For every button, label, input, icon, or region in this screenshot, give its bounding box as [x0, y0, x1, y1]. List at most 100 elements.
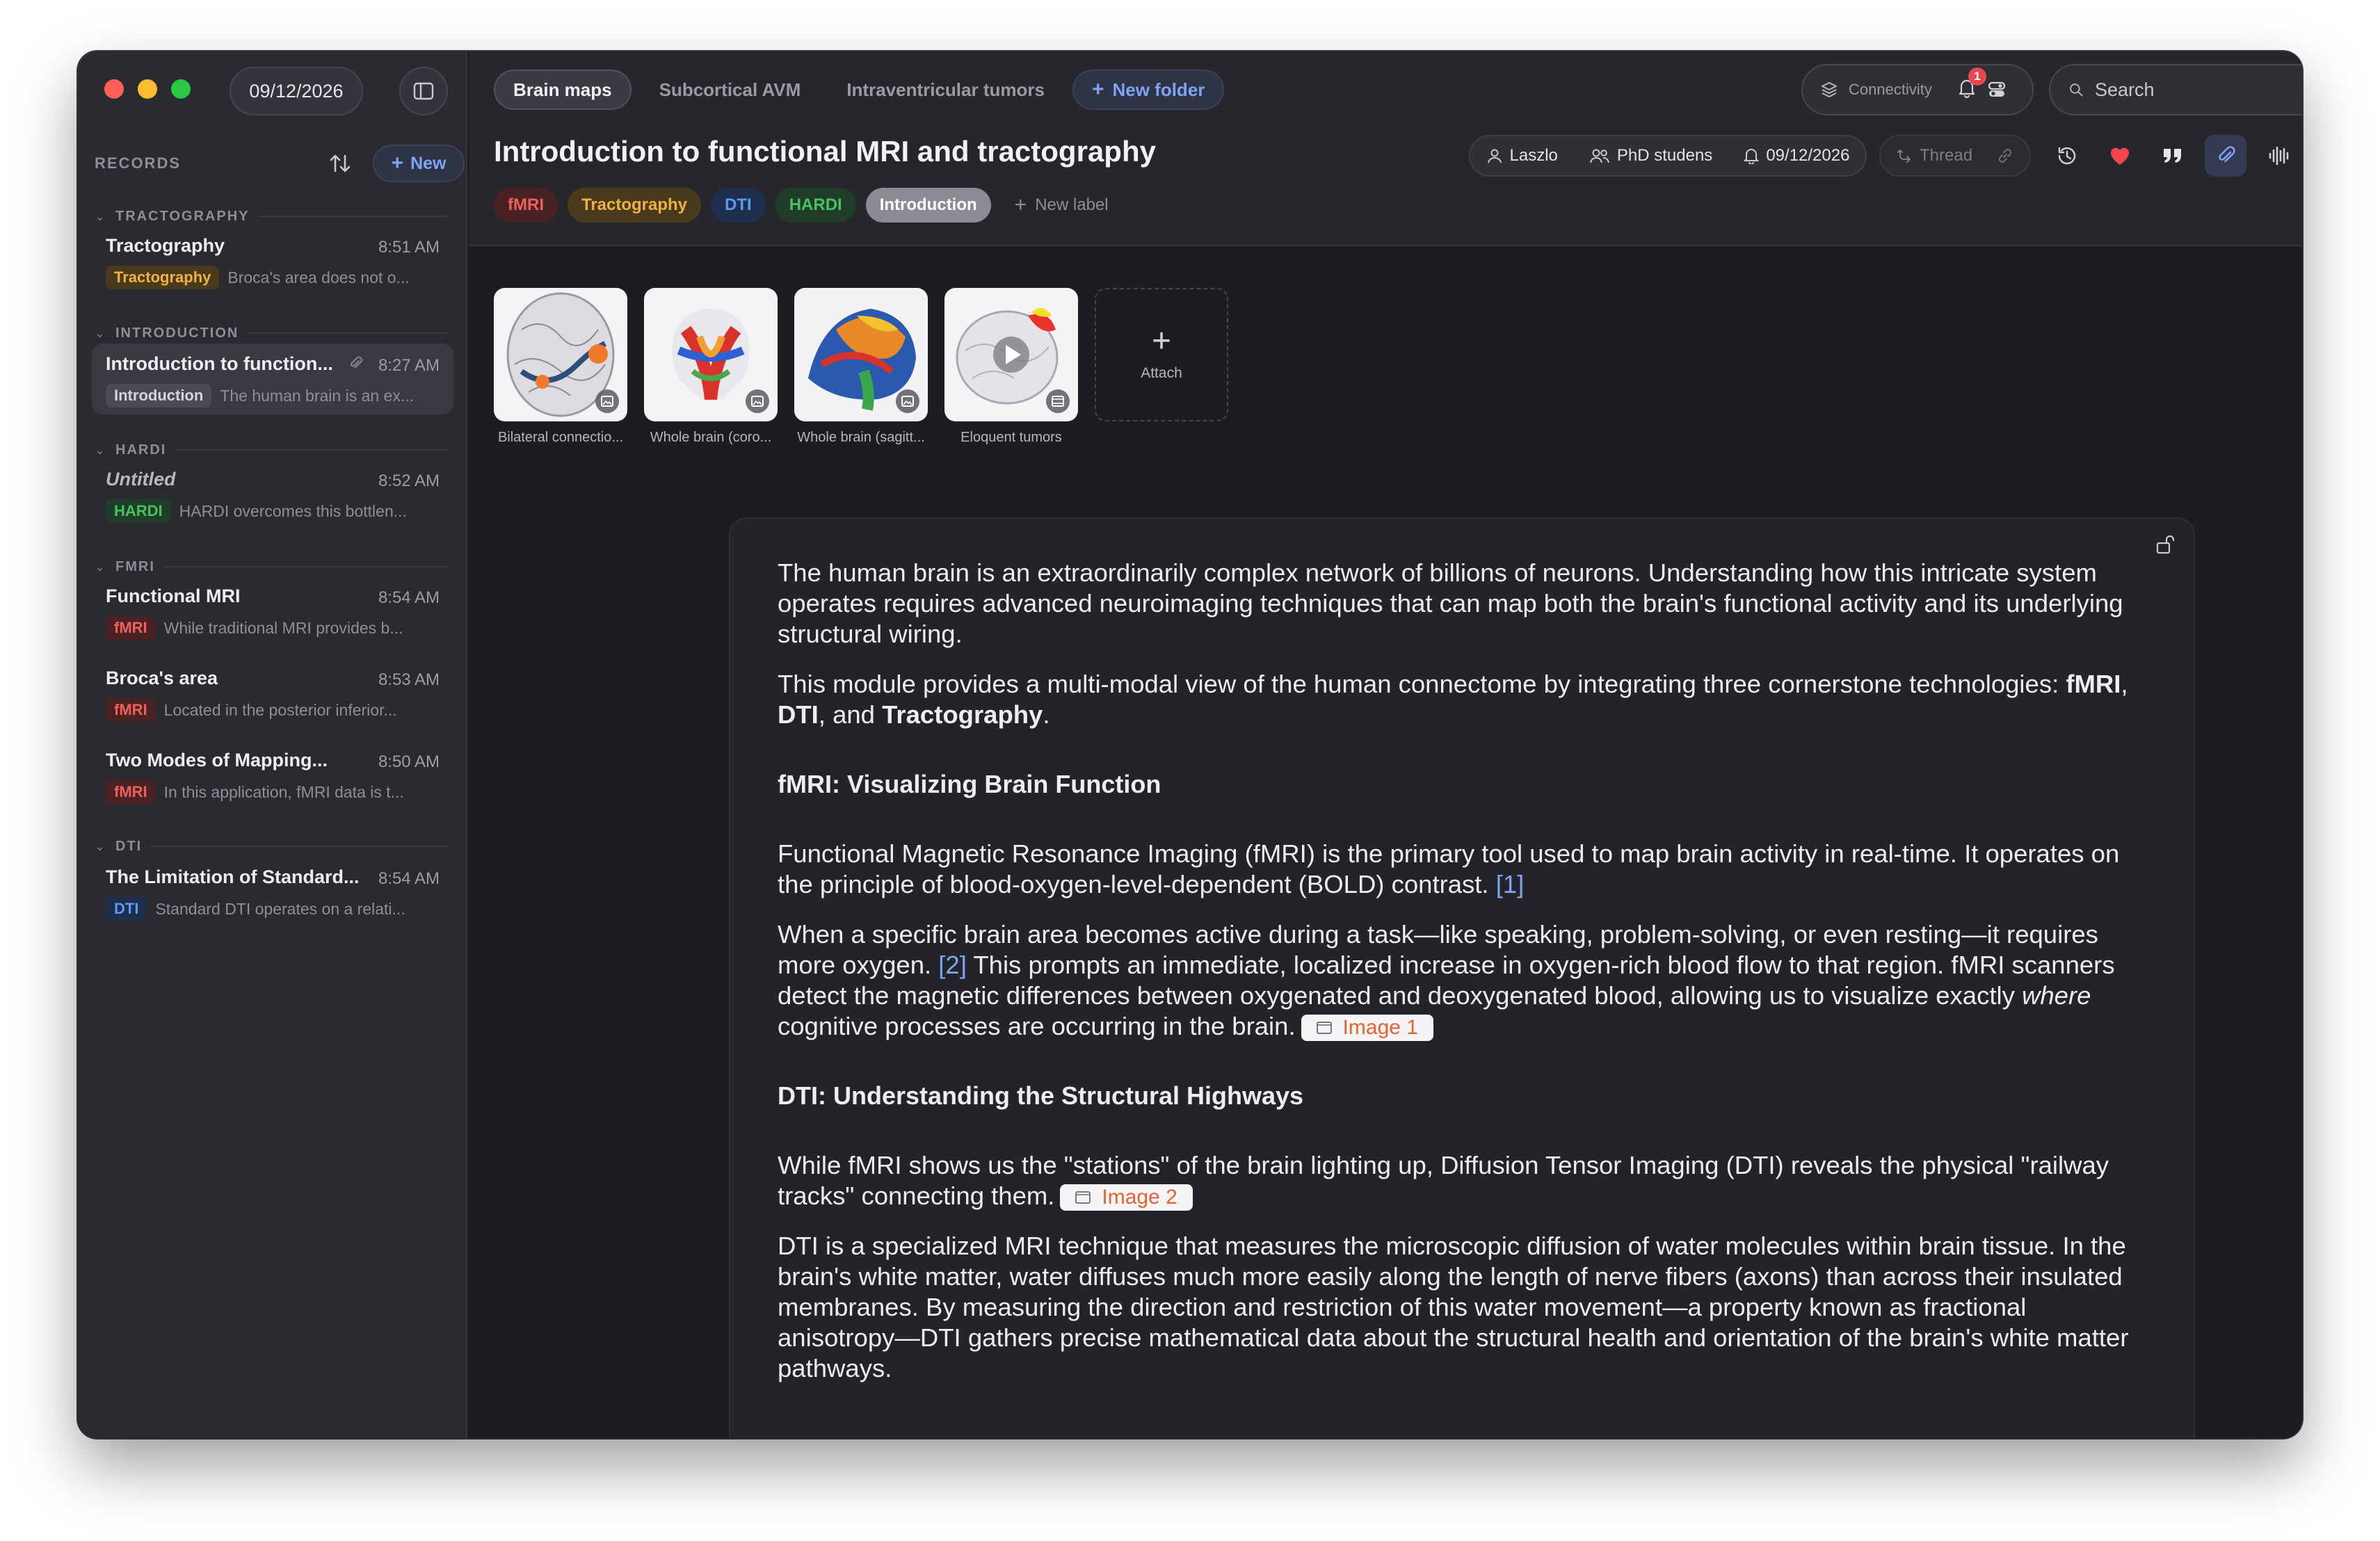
- author-chip[interactable]: Laszlo: [1486, 146, 1558, 166]
- unlock-icon: [2156, 535, 2175, 554]
- notification-badge: 1: [1968, 67, 1986, 86]
- window-controls: [104, 79, 191, 99]
- favorite-button[interactable]: [2099, 135, 2141, 177]
- record-tag: DTI: [106, 897, 147, 921]
- new-folder-button[interactable]: + New folder: [1072, 70, 1225, 110]
- record-item[interactable]: Broca's area 8:53 AM fMRI Located in the…: [92, 658, 453, 729]
- document-title[interactable]: Introduction to functional MRI and tract…: [494, 135, 1156, 168]
- section-hardi[interactable]: ⌄ HARDI: [95, 439, 449, 460]
- attachments-button[interactable]: [2205, 135, 2246, 177]
- waveform-icon: [2269, 146, 2289, 166]
- record-item[interactable]: Functional MRI 8:54 AM fMRI While tradit…: [92, 576, 453, 647]
- paperclip-icon: [348, 355, 363, 378]
- label-tractography[interactable]: Tractography: [567, 188, 702, 223]
- section-heading: DTI: Understanding the Structural Highwa…: [778, 1081, 1304, 1110]
- record-title: The Limitation of Standard...: [106, 866, 360, 887]
- bold-term: fMRI: [2066, 670, 2121, 698]
- section-label: TRACTOGRAPHY: [115, 208, 250, 224]
- date-picker[interactable]: 09/12/2026: [230, 67, 363, 115]
- citation-link[interactable]: [1]: [1496, 870, 1525, 898]
- group-chip[interactable]: PhD studens: [1589, 146, 1712, 166]
- section-introduction[interactable]: ⌄ INTRODUCTION: [95, 323, 449, 344]
- app-window: 09/12/2026 RECORDS + New ⌄ TRACTOGRAPHY …: [78, 51, 2302, 1438]
- document-body[interactable]: The human brain is an extraordinarily co…: [778, 558, 2141, 1403]
- record-time: 8:50 AM: [378, 752, 440, 771]
- record-title: Introduction to function...: [106, 353, 333, 374]
- new-folder-label: New folder: [1112, 79, 1205, 100]
- divider: [247, 332, 449, 334]
- sidebar: 09/12/2026 RECORDS + New ⌄ TRACTOGRAPHY …: [78, 51, 467, 1438]
- record-time: 8:54 AM: [378, 869, 440, 888]
- quote-icon: [2164, 149, 2181, 163]
- record-tag: fMRI: [106, 780, 156, 804]
- quote-button[interactable]: [2152, 135, 2194, 177]
- new-record-label: New: [410, 153, 447, 173]
- sidebar-toggle-button[interactable]: [399, 67, 448, 115]
- section-heading: fMRI: Visualizing Brain Function: [778, 770, 1161, 798]
- attach-button[interactable]: + Attach: [1095, 288, 1228, 446]
- history-button[interactable]: [2046, 135, 2088, 177]
- paragraph: When a specific brain area becomes activ…: [778, 920, 2115, 1042]
- record-item[interactable]: Untitled 8:52 AM HARDI HARDI overcomes t…: [92, 459, 453, 530]
- notifications-button[interactable]: 1: [1957, 67, 1986, 102]
- video-icon: [1046, 389, 1070, 413]
- toggle-settings-icon[interactable]: [1986, 79, 2007, 100]
- record-title: Untitled: [106, 469, 176, 490]
- lock-toggle-button[interactable]: [2155, 534, 2176, 558]
- section-tractography[interactable]: ⌄ TRACTOGRAPHY: [95, 206, 449, 227]
- image-icon: [595, 389, 619, 413]
- group-name: PhD studens: [1616, 146, 1713, 165]
- attachment-item[interactable]: Whole brain (sagitt...: [794, 288, 928, 446]
- attachment-caption: Eloquent tumors: [960, 430, 1062, 445]
- zoom-window-button[interactable]: [171, 79, 191, 99]
- tab-intraventricular-tumors[interactable]: Intraventricular tumors: [828, 70, 1063, 110]
- sort-button[interactable]: [324, 147, 356, 179]
- plus-icon: +: [1151, 323, 1172, 360]
- tab-subcortical-avm[interactable]: Subcortical AVM: [641, 70, 819, 110]
- record-tag: fMRI: [106, 698, 156, 722]
- audio-button[interactable]: [2258, 135, 2299, 177]
- section-dti[interactable]: ⌄ DTI: [95, 836, 449, 857]
- label-dti[interactable]: DTI: [711, 188, 766, 223]
- divider: [150, 846, 449, 847]
- close-window-button[interactable]: [104, 79, 124, 99]
- record-item[interactable]: Tractography 8:51 AM Tractography Broca'…: [92, 225, 453, 296]
- record-title: Two Modes of Mapping...: [106, 750, 328, 770]
- minimize-window-button[interactable]: [138, 79, 157, 99]
- paragraph: DTI is a specialized MRI technique that …: [778, 1232, 2129, 1382]
- search-input[interactable]: [2095, 79, 2302, 101]
- divider: [163, 566, 449, 567]
- label-row: fMRI Tractography DTI HARDI Introduction…: [494, 188, 1123, 223]
- document-editor[interactable]: The human brain is an extraordinarily co…: [729, 517, 2195, 1438]
- image-reference-chip[interactable]: Image 2: [1060, 1184, 1193, 1211]
- image-icon: [1075, 1191, 1091, 1204]
- bold-term: DTI: [778, 700, 819, 729]
- tab-brain-maps[interactable]: Brain maps: [494, 70, 632, 110]
- paragraph: Functional Magnetic Resonance Imaging (f…: [778, 839, 2120, 898]
- records-title: RECORDS: [95, 154, 182, 172]
- record-tag: Introduction: [106, 384, 212, 408]
- section-fmri[interactable]: ⌄ FMRI: [95, 556, 449, 577]
- attachment-item[interactable]: Eloquent tumors: [944, 288, 1078, 446]
- citation-link[interactable]: [2]: [938, 951, 967, 979]
- reminder-chip[interactable]: 09/12/2026: [1744, 146, 1849, 166]
- record-item[interactable]: The Limitation of Standard... 8:54 AM DT…: [92, 857, 453, 928]
- attachment-item[interactable]: Whole brain (coro...: [644, 288, 778, 446]
- label-fmri[interactable]: fMRI: [494, 188, 558, 223]
- record-item-selected[interactable]: Introduction to function... 8:27 AM Intr…: [92, 344, 453, 414]
- label-hardi[interactable]: HARDI: [775, 188, 856, 223]
- new-label-button[interactable]: + New label: [1001, 188, 1123, 223]
- record-item[interactable]: Two Modes of Mapping... 8:50 AM fMRI In …: [92, 740, 453, 811]
- record-time: 8:52 AM: [378, 471, 440, 490]
- label-introduction[interactable]: Introduction: [865, 188, 991, 223]
- search-box[interactable]: [2049, 64, 2302, 115]
- attachment-item[interactable]: Bilateral connectio...: [494, 288, 627, 446]
- record-preview: The human brain is an ex...: [220, 386, 415, 405]
- connectivity-label[interactable]: Connectivity: [1849, 81, 1932, 99]
- thread-button[interactable]: Thread: [1879, 135, 2031, 177]
- plus-icon: +: [1014, 193, 1027, 216]
- image-icon: [1316, 1022, 1332, 1035]
- record-tag: Tractography: [106, 266, 220, 289]
- image-reference-chip[interactable]: Image 1: [1301, 1015, 1433, 1042]
- new-record-button[interactable]: + New: [373, 145, 465, 182]
